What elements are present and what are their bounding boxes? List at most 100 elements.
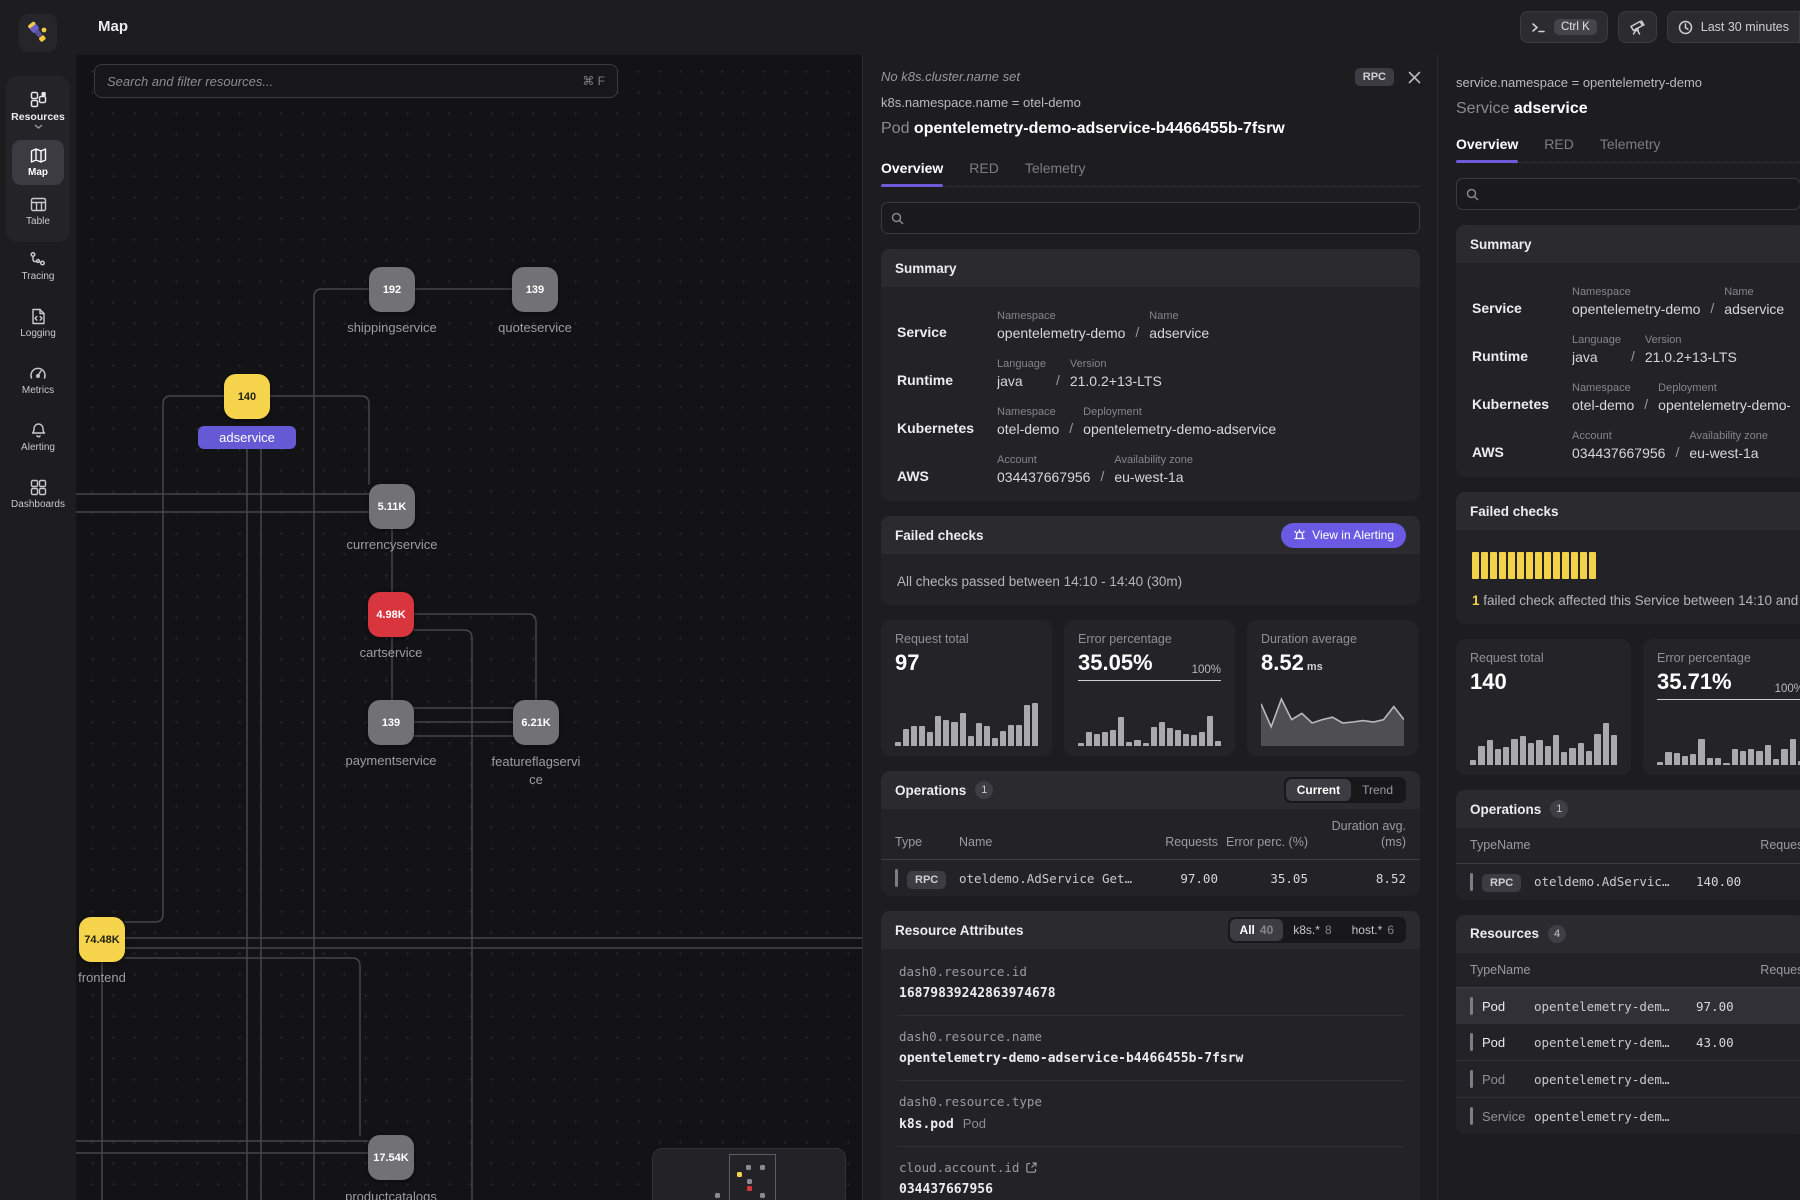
bar (943, 720, 949, 746)
dashboards-icon (30, 479, 47, 496)
service-map-canvas[interactable]: ⌘ F 192shippingservice139quoteservice140… (76, 55, 866, 1200)
type-cell: Pod (1482, 1072, 1534, 1087)
field-value: opentelemetry-demo-adservice (1083, 421, 1276, 437)
failed-check-segment (1490, 552, 1497, 579)
field-key: Namespace (997, 406, 1059, 418)
type-cell: RPC (907, 871, 959, 886)
table-row[interactable]: RPCoteldemo.AdService GetAds97.0035.058.… (881, 860, 1420, 896)
summary-field-availability-zone: Availability zoneeu-west-1a (1689, 430, 1768, 461)
field-value: opentelemetry-demo-adservice (1658, 397, 1790, 413)
map-node-frontend[interactable]: 74.48K (79, 917, 125, 962)
app-logo[interactable] (19, 14, 57, 52)
bar (1773, 759, 1779, 765)
telescope-button[interactable] (1618, 11, 1657, 43)
sidebar-item-resources[interactable]: Resources (6, 84, 70, 136)
summary-row-aws: AWSAccount034437667956/Availability zone… (1472, 430, 1790, 461)
tab-red[interactable]: RED (969, 160, 999, 186)
map-node-currencyservice[interactable]: 5.11K (369, 484, 415, 529)
table-row[interactable]: Podopentelemetry-demo-adservice-b4466455… (1456, 1024, 1800, 1060)
attribute-row[interactable]: dash0.resource.typek8s.podPod (897, 1080, 1404, 1146)
bar (1478, 746, 1484, 765)
service-panel-search[interactable] (1456, 178, 1800, 210)
sidebar-item-table[interactable]: Table (12, 189, 64, 234)
sidebar-item-tracing[interactable]: Tracing (6, 238, 70, 295)
metric-unit: ms (1307, 661, 1323, 673)
summary-values: Account034437667956/Availability zoneeu-… (997, 454, 1193, 485)
tab-telemetry[interactable]: Telemetry (1025, 160, 1086, 186)
map-search-input[interactable] (95, 74, 582, 89)
failed-check-segment (1526, 552, 1533, 579)
bar (960, 713, 966, 746)
minimap-viewport[interactable] (729, 1154, 776, 1200)
map-node-quoteservice[interactable]: 139 (512, 267, 558, 312)
tab-overview[interactable]: Overview (1456, 136, 1518, 162)
bar (1151, 727, 1157, 746)
failed-check-segment (1499, 552, 1506, 579)
table-row[interactable]: RPCoteldemo.AdService GetAds140.00 (1456, 864, 1800, 900)
sidebar-item-metrics[interactable]: Metrics (6, 352, 70, 409)
separator: / (1710, 300, 1714, 317)
sidebar-item-map[interactable]: Map (12, 140, 64, 185)
attribute-filter-all[interactable]: All40 (1230, 919, 1284, 941)
pod-panel-tabs: Overview RED Telemetry (881, 160, 1420, 187)
summary-field-name: Nameadservice (1149, 310, 1209, 341)
service-title: Service adservice (1456, 100, 1800, 118)
field-key: Availability zone (1689, 430, 1768, 442)
command-palette-button[interactable]: Ctrl K (1520, 11, 1608, 43)
table-row[interactable]: Podopentelemetry-demo-adservice-b4466455… (1456, 988, 1800, 1024)
type-cell: RPC (1482, 874, 1534, 889)
attribute-key: dash0.resource.id (899, 964, 1402, 979)
pod-panel-search[interactable] (881, 202, 1420, 234)
bar (1175, 730, 1181, 746)
close-icon[interactable] (1408, 71, 1421, 84)
time-range-button[interactable]: Last 30 minutes (1667, 11, 1800, 43)
table-row[interactable]: Serviceopentelemetry-demo:adservice (1456, 1097, 1800, 1134)
selected-node-label-adservice[interactable]: adservice (198, 426, 296, 449)
field-key: Version (1070, 358, 1162, 370)
sidebar-item-alerting[interactable]: Alerting (6, 409, 70, 466)
summary-field-name: Nameadservice (1724, 286, 1784, 317)
map-node-paymentservice[interactable]: 139 (368, 700, 414, 745)
service-panel-search-input[interactable] (1486, 187, 1791, 202)
map-node-shippingservice[interactable]: 192 (369, 267, 415, 312)
field-key: Namespace (1572, 382, 1634, 394)
bar (1024, 705, 1030, 746)
sidebar-item-dashboards[interactable]: Dashboards (6, 466, 70, 523)
bar (1094, 734, 1100, 746)
summary-field-deployment: Deploymentopentelemetry-demo-adservice (1658, 382, 1790, 413)
tab-overview[interactable]: Overview (881, 160, 943, 186)
bar (1118, 717, 1124, 746)
tab-telemetry[interactable]: Telemetry (1600, 136, 1661, 162)
tab-red[interactable]: RED (1544, 136, 1574, 162)
map-node-cartservice[interactable]: 4.98K (368, 592, 414, 637)
failed-checks-strip (1472, 552, 1790, 579)
sidebar-item-logging[interactable]: Logging (6, 295, 70, 352)
failed-checks-message: 1 failed check affected this Service bet… (1472, 593, 1790, 608)
bar (1134, 740, 1140, 746)
operations-section: Operations 1 Current Trend TypeNameReque… (881, 771, 1420, 896)
bar (1698, 739, 1704, 765)
minimap[interactable] (652, 1148, 846, 1200)
field-key: Availability zone (1114, 454, 1193, 466)
filter-label: host.* (1352, 923, 1383, 937)
pod-panel-search-input[interactable] (911, 211, 1410, 226)
attribute-row[interactable]: cloud.account.id034437667956 (897, 1146, 1404, 1200)
map-node-adservice[interactable]: 140 (224, 374, 270, 419)
entity-name: opentelemetry-demo-adservice-b4466455b-7… (914, 120, 1285, 137)
pod-detail-panel: No k8s.cluster.name set RPC k8s.namespac… (862, 55, 1437, 1200)
table-row[interactable]: Podopentelemetry-demo-adservice-b4466455… (1456, 1060, 1800, 1097)
map-node-featureflagservice[interactable]: 6.21K (513, 700, 559, 745)
view-in-alerting-label: View in Alerting (1312, 528, 1394, 542)
attribute-filter-host[interactable]: host.*6 (1342, 919, 1404, 941)
summary-field-account: Account034437667956 (997, 454, 1090, 485)
view-in-alerting-button[interactable]: View in Alerting (1281, 523, 1406, 548)
attribute-row[interactable]: dash0.resource.id16879839242863974678 (897, 951, 1404, 1015)
map-search-bar[interactable]: ⌘ F (94, 64, 618, 98)
toggle-current[interactable]: Current (1286, 779, 1351, 801)
minimap-node-dot (760, 1193, 765, 1198)
toggle-trend[interactable]: Trend (1351, 779, 1404, 801)
attribute-row[interactable]: dash0.resource.nameopentelemetry-demo-ad… (897, 1015, 1404, 1080)
map-node-productcatalogservice[interactable]: 17.54K (368, 1135, 414, 1180)
failed-check-segment (1544, 552, 1551, 579)
attribute-filter-k8s[interactable]: k8s.*8 (1283, 919, 1341, 941)
